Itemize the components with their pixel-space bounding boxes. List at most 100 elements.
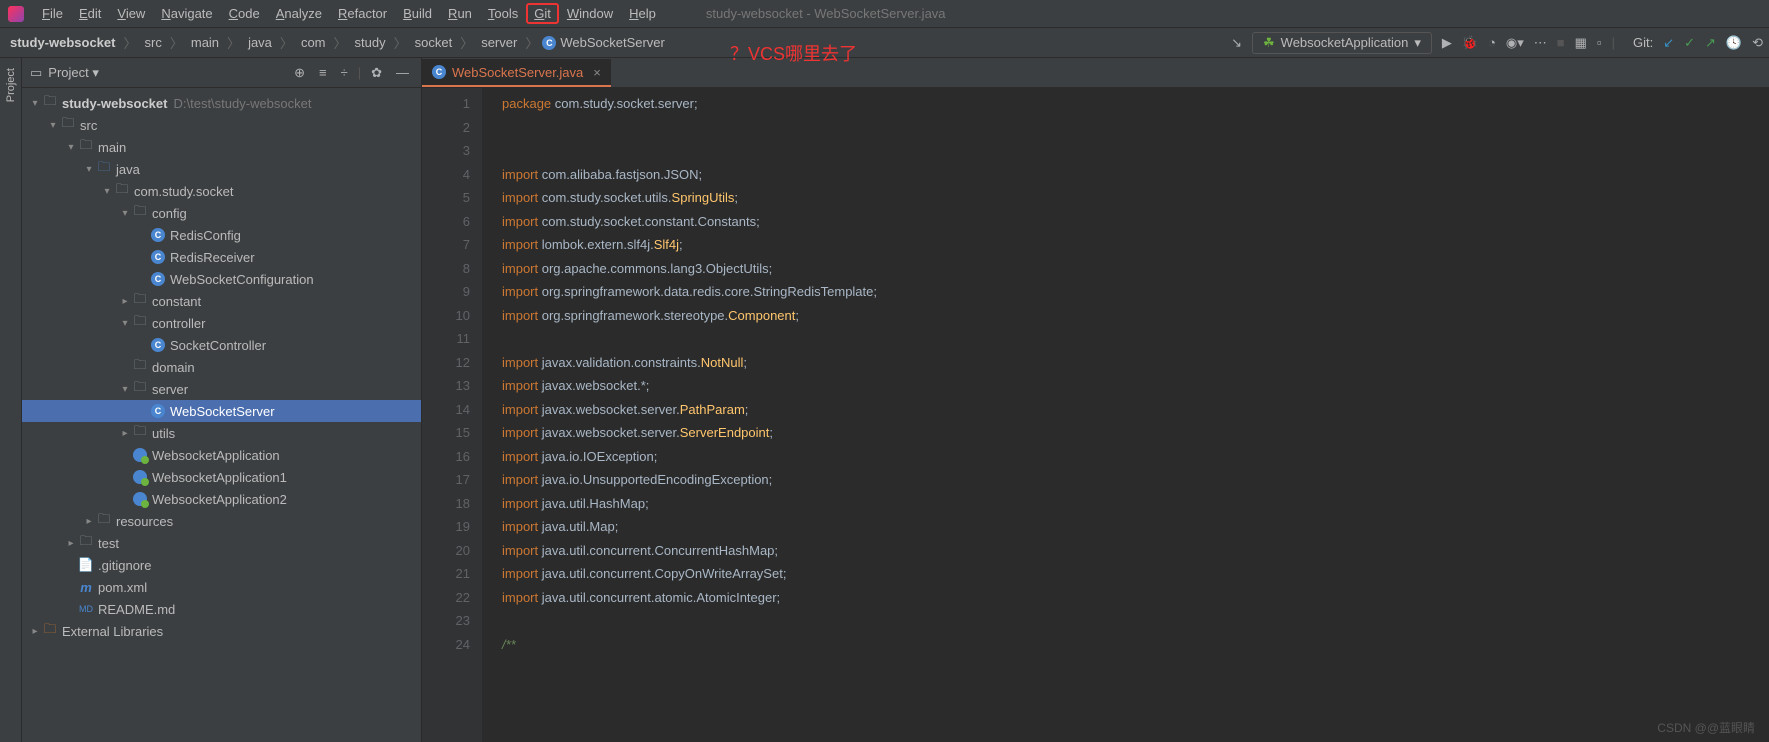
tree-row[interactable]: CWebSocketServer: [22, 400, 421, 422]
tree-row[interactable]: 🗀study-websocketD:\test\study-websocket: [22, 92, 421, 114]
menu-run[interactable]: Run: [440, 3, 480, 24]
breadcrumb-item[interactable]: server: [477, 33, 521, 52]
profile-icon[interactable]: ◉▾: [1506, 35, 1524, 51]
tree-row[interactable]: CRedisConfig: [22, 224, 421, 246]
code-line[interactable]: [502, 116, 1769, 140]
code-line[interactable]: import com.study.socket.constant.Constan…: [502, 210, 1769, 234]
run-icon[interactable]: ▶: [1442, 35, 1452, 51]
code-line[interactable]: import javax.websocket.server.ServerEndp…: [502, 421, 1769, 445]
chevron-right-icon: 〉: [460, 33, 473, 52]
tree-row[interactable]: WebsocketApplication1: [22, 466, 421, 488]
code-line[interactable]: [502, 139, 1769, 163]
collapse-icon[interactable]: ÷: [337, 63, 352, 82]
code-line[interactable]: import org.apache.commons.lang3.ObjectUt…: [502, 257, 1769, 281]
arrow-icon: [46, 120, 60, 131]
tree-row[interactable]: 🗀resources: [22, 510, 421, 532]
code-line[interactable]: import java.util.HashMap;: [502, 492, 1769, 516]
menu-edit[interactable]: Edit: [71, 3, 109, 24]
code-line[interactable]: import java.util.Map;: [502, 515, 1769, 539]
tree-row[interactable]: WebsocketApplication2: [22, 488, 421, 510]
tree-row[interactable]: WebsocketApplication: [22, 444, 421, 466]
tree-row[interactable]: 🗀constant: [22, 290, 421, 312]
tree-row[interactable]: 🗀External Libraries: [22, 620, 421, 642]
code-line[interactable]: import lombok.extern.slf4j.Slf4j;: [502, 233, 1769, 257]
tree-icon: 🗀: [132, 425, 148, 441]
close-icon[interactable]: ×: [593, 65, 601, 80]
menu-refactor[interactable]: Refactor: [330, 3, 395, 24]
breadcrumb-item[interactable]: study-websocket: [6, 33, 119, 52]
git-history-icon[interactable]: 🕓: [1726, 35, 1742, 51]
git-update-icon[interactable]: ↙: [1663, 35, 1674, 51]
target-icon[interactable]: ⊕: [290, 63, 309, 83]
breadcrumb-class[interactable]: C WebSocketServer: [542, 35, 665, 50]
tree-row[interactable]: 📄.gitignore: [22, 554, 421, 576]
code-line[interactable]: package com.study.socket.server;: [502, 92, 1769, 116]
attach-icon[interactable]: ⋯: [1534, 35, 1547, 51]
tree-row[interactable]: 🗀com.study.socket: [22, 180, 421, 202]
tree-row[interactable]: 🗀utils: [22, 422, 421, 444]
code-line[interactable]: import javax.websocket.*;: [502, 374, 1769, 398]
git-push-icon[interactable]: ↗: [1705, 35, 1716, 51]
debug-icon[interactable]: 🐞: [1462, 35, 1478, 51]
tree-row[interactable]: CRedisReceiver: [22, 246, 421, 268]
breadcrumb-item[interactable]: socket: [411, 33, 457, 52]
breadcrumb-item[interactable]: study: [351, 33, 390, 52]
menu-window[interactable]: Window: [559, 3, 621, 24]
code-line[interactable]: import org.springframework.stereotype.Co…: [502, 304, 1769, 328]
tree-row[interactable]: 🗀config: [22, 202, 421, 224]
tool-icon[interactable]: ▦: [1575, 35, 1587, 51]
project-tool-tab[interactable]: Project: [3, 62, 19, 108]
expand-icon[interactable]: ≡: [315, 63, 331, 82]
tree-row[interactable]: 🗀src: [22, 114, 421, 136]
code-line[interactable]: import java.io.IOException;: [502, 445, 1769, 469]
tree-row[interactable]: 🗀server: [22, 378, 421, 400]
coverage-icon[interactable]: ◔: [1488, 35, 1496, 50]
menu-analyze[interactable]: Analyze: [268, 3, 330, 24]
tree-row[interactable]: mpom.xml: [22, 576, 421, 598]
code-line[interactable]: import java.io.UnsupportedEncodingExcept…: [502, 468, 1769, 492]
tab-websocketserver[interactable]: C WebSocketServer.java ×: [422, 59, 611, 87]
menu-git[interactable]: Git: [526, 3, 559, 24]
build-icon[interactable]: ↘: [1231, 35, 1242, 51]
tree-row[interactable]: 🗀main: [22, 136, 421, 158]
gear-icon[interactable]: ✿: [367, 63, 386, 83]
code-line[interactable]: import com.alibaba.fastjson.JSON;: [502, 163, 1769, 187]
code-line[interactable]: import org.springframework.data.redis.co…: [502, 280, 1769, 304]
code-line[interactable]: import java.util.concurrent.CopyOnWriteA…: [502, 562, 1769, 586]
run-config-selector[interactable]: ☘ WebsocketApplication ▾: [1252, 32, 1432, 54]
menu-help[interactable]: Help: [621, 3, 664, 24]
tree-row[interactable]: 🗀test: [22, 532, 421, 554]
stop-icon[interactable]: ■: [1557, 35, 1565, 50]
menu-code[interactable]: Code: [221, 3, 268, 24]
tree-row[interactable]: 🗀controller: [22, 312, 421, 334]
menu-view[interactable]: View: [109, 3, 153, 24]
code-line[interactable]: [502, 609, 1769, 633]
tree-row[interactable]: CSocketController: [22, 334, 421, 356]
breadcrumb-item[interactable]: main: [187, 33, 223, 52]
menu-build[interactable]: Build: [395, 3, 440, 24]
code-line[interactable]: [502, 327, 1769, 351]
code-line[interactable]: import javax.validation.constraints.NotN…: [502, 351, 1769, 375]
menu-tools[interactable]: Tools: [480, 3, 526, 24]
code-content[interactable]: package com.study.socket.server; import c…: [482, 88, 1769, 742]
git-rollback-icon[interactable]: ⟲: [1752, 35, 1763, 51]
tree-row[interactable]: CWebSocketConfiguration: [22, 268, 421, 290]
breadcrumb-item[interactable]: src: [141, 33, 166, 52]
menu-file[interactable]: File: [34, 3, 71, 24]
code-area[interactable]: 123456789101112131415161718192021222324 …: [422, 88, 1769, 742]
tree-row[interactable]: 🗀java: [22, 158, 421, 180]
code-line[interactable]: import com.study.socket.utils.SpringUtil…: [502, 186, 1769, 210]
panel-title[interactable]: Project ▾: [48, 65, 284, 81]
breadcrumb-item[interactable]: java: [244, 33, 276, 52]
menu-navigate[interactable]: Navigate: [153, 3, 220, 24]
hide-icon[interactable]: —: [392, 63, 413, 82]
code-line[interactable]: import java.util.concurrent.atomic.Atomi…: [502, 586, 1769, 610]
code-line[interactable]: import java.util.concurrent.ConcurrentHa…: [502, 539, 1769, 563]
tree-row[interactable]: 🗀domain: [22, 356, 421, 378]
tool-icon2[interactable]: ▫: [1597, 35, 1602, 50]
tree-row[interactable]: MDREADME.md: [22, 598, 421, 620]
git-commit-icon[interactable]: ✓: [1684, 35, 1695, 51]
code-line[interactable]: /**: [502, 633, 1769, 657]
breadcrumb-item[interactable]: com: [297, 33, 330, 52]
code-line[interactable]: import javax.websocket.server.PathParam;: [502, 398, 1769, 422]
